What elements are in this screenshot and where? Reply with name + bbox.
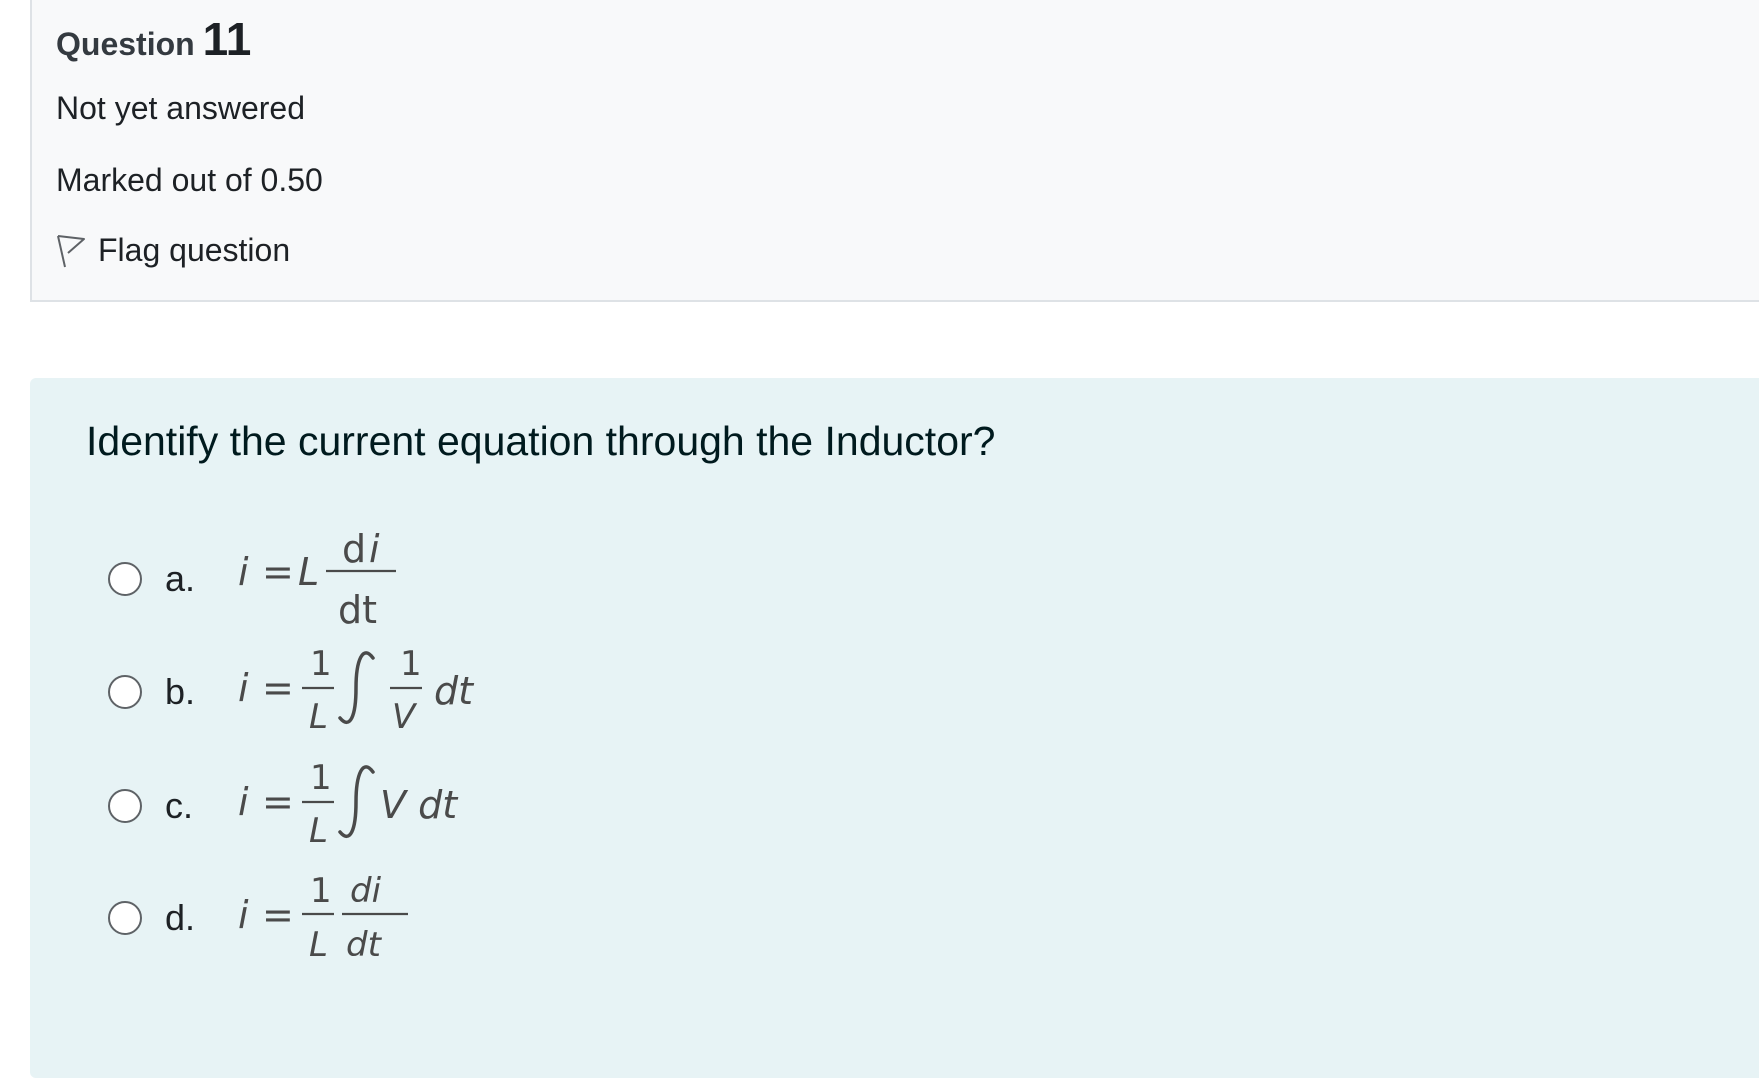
formula-d: i = 1 L di dt bbox=[238, 871, 408, 965]
question-heading: Question 11 bbox=[56, 12, 251, 66]
flag-question-label: Flag question bbox=[98, 232, 291, 268]
answer-option-b[interactable]: b. i = 1 L 1 V dt bbox=[108, 636, 498, 748]
svg-text:i: i bbox=[238, 780, 249, 824]
formula-a: i = L d i dt bbox=[238, 527, 396, 632]
svg-text:=: = bbox=[262, 893, 294, 937]
svg-text:L: L bbox=[309, 697, 328, 737]
option-letter-b: b. bbox=[165, 671, 196, 712]
question-number: 11 bbox=[202, 13, 252, 65]
svg-text:i: i bbox=[238, 550, 249, 594]
svg-text:=: = bbox=[262, 550, 294, 594]
svg-text:V dt: V dt bbox=[380, 783, 459, 827]
svg-text:L: L bbox=[298, 550, 319, 594]
flag-icon bbox=[57, 234, 85, 267]
question-grade: Marked out of 0.50 bbox=[56, 162, 323, 198]
svg-text:i: i bbox=[238, 893, 249, 937]
svg-text:i: i bbox=[369, 527, 380, 571]
question-info-panel: Question 11 Not yet answered Marked out o… bbox=[30, 0, 1759, 302]
svg-text:L: L bbox=[309, 925, 328, 965]
svg-text:di: di bbox=[350, 871, 382, 911]
svg-text:d: d bbox=[342, 527, 366, 571]
radio-button-c[interactable] bbox=[108, 789, 142, 823]
svg-text:L: L bbox=[309, 811, 328, 851]
svg-text:V: V bbox=[392, 697, 418, 737]
svg-text:1: 1 bbox=[310, 644, 332, 684]
answer-option-a[interactable]: a. i = L d i dt bbox=[108, 523, 418, 635]
svg-text:=: = bbox=[262, 780, 294, 824]
svg-text:i: i bbox=[238, 666, 249, 710]
question-label: Question bbox=[56, 26, 195, 62]
svg-text:dt: dt bbox=[434, 669, 475, 713]
question-prompt: Identify the current equation through th… bbox=[86, 418, 996, 464]
svg-text:1: 1 bbox=[310, 871, 332, 911]
radio-button-a[interactable] bbox=[108, 562, 142, 596]
svg-text:dt: dt bbox=[346, 925, 383, 965]
formula-c: i = 1 L V dt bbox=[238, 758, 459, 851]
option-letter-a: a. bbox=[165, 558, 196, 599]
svg-text:1: 1 bbox=[400, 644, 422, 684]
radio-button-b[interactable] bbox=[108, 675, 142, 709]
svg-text:1: 1 bbox=[310, 758, 332, 798]
flag-question-button[interactable]: Flag question bbox=[54, 232, 290, 269]
answer-option-c[interactable]: c. i = 1 L V dt bbox=[108, 750, 478, 862]
svg-text:dt: dt bbox=[338, 588, 377, 632]
svg-text:=: = bbox=[262, 666, 294, 710]
question-formulation: Identify the current equation through th… bbox=[30, 378, 1759, 1078]
answer-option-d[interactable]: d. i = 1 L di dt bbox=[108, 862, 438, 974]
formula-b: i = 1 L 1 V dt bbox=[238, 644, 475, 737]
option-letter-d: d. bbox=[165, 897, 196, 938]
radio-button-d[interactable] bbox=[108, 901, 142, 935]
question-state: Not yet answered bbox=[56, 90, 306, 126]
option-letter-c: c. bbox=[165, 785, 194, 826]
